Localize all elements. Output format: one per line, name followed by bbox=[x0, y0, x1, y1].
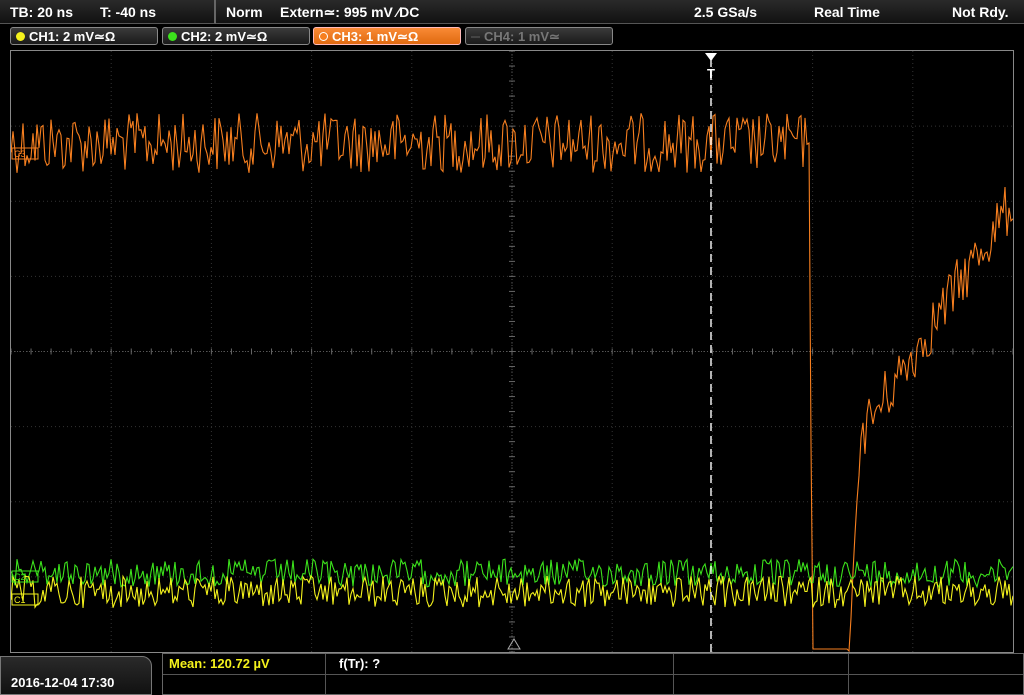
ch1-marker-label: C1 bbox=[14, 595, 26, 605]
bottom-bar: 2016-12-04 17:30 Mean: 120.72 µV f(Tr): … bbox=[0, 653, 1024, 695]
waveform-canvas[interactable]: T C3 C2 C1 bbox=[10, 50, 1014, 653]
ch2-label: CH2: 2 mV≃Ω bbox=[181, 29, 268, 44]
acquisition-mode-label[interactable]: Real Time bbox=[814, 4, 880, 20]
ch2-color-indicator bbox=[168, 32, 177, 41]
measurement-divider bbox=[325, 654, 326, 694]
trigger-marker-label: T bbox=[707, 66, 715, 81]
measurement-panel[interactable]: Mean: 120.72 µV f(Tr): ? bbox=[162, 653, 1024, 695]
measurement-divider bbox=[848, 654, 849, 694]
ch1-label: CH1: 2 mV≃Ω bbox=[29, 29, 116, 44]
timebase-label[interactable]: TB: 20 ns bbox=[10, 4, 73, 20]
ch3-marker-label: C3 bbox=[14, 149, 26, 159]
trigger-position-arrow-icon[interactable] bbox=[705, 53, 717, 61]
horizontal-center-marker-icon bbox=[507, 638, 521, 650]
datetime-label: 2016-12-04 17:30 bbox=[11, 675, 115, 690]
ch2-marker-label: C2 bbox=[14, 572, 26, 582]
trigger-offset-label[interactable]: T: -40 ns bbox=[100, 4, 156, 20]
datetime-display: 2016-12-04 17:30 bbox=[0, 656, 152, 695]
mean-measurement[interactable]: Mean: 120.72 µV bbox=[169, 656, 270, 671]
trigger-state-label: Not Rdy. bbox=[952, 4, 1009, 20]
ch2-offset-marker[interactable]: C2 bbox=[11, 570, 39, 583]
ch3-label: CH3: 1 mV≃Ω bbox=[332, 29, 419, 44]
trigger-mode-label[interactable]: Norm bbox=[226, 4, 263, 20]
ch2-button[interactable]: CH2: 2 mV≃Ω bbox=[162, 27, 310, 45]
trigger-source-label[interactable]: Extern≃: 995 mV ∕DC bbox=[280, 4, 419, 21]
channel-bar: CH1: 2 mV≃Ω CH2: 2 mV≃Ω CH3: 1 mV≃Ω CH4:… bbox=[0, 24, 1024, 48]
ch1-button[interactable]: CH1: 2 mV≃Ω bbox=[10, 27, 158, 45]
sample-rate-label[interactable]: 2.5 GSa/s bbox=[694, 4, 757, 20]
frequency-measurement[interactable]: f(Tr): ? bbox=[339, 656, 380, 671]
measurement-divider bbox=[673, 654, 674, 694]
ch4-label: CH4: 1 mV≃ bbox=[484, 29, 560, 44]
ch3-button[interactable]: CH3: 1 mV≃Ω bbox=[313, 27, 461, 45]
status-bar-right: Norm Extern≃: 995 mV ∕DC 2.5 GSa/s Real … bbox=[216, 0, 1024, 24]
measurement-divider bbox=[163, 674, 1023, 675]
status-bar-left: TB: 20 ns T: -40 ns bbox=[0, 0, 216, 24]
waveform-display[interactable]: T C3 C2 C1 bbox=[10, 50, 1014, 653]
ch1-color-indicator bbox=[16, 32, 25, 41]
ch3-color-indicator bbox=[319, 32, 328, 41]
ch4-button[interactable]: CH4: 1 mV≃ bbox=[465, 27, 613, 45]
ch4-color-indicator bbox=[471, 36, 480, 38]
